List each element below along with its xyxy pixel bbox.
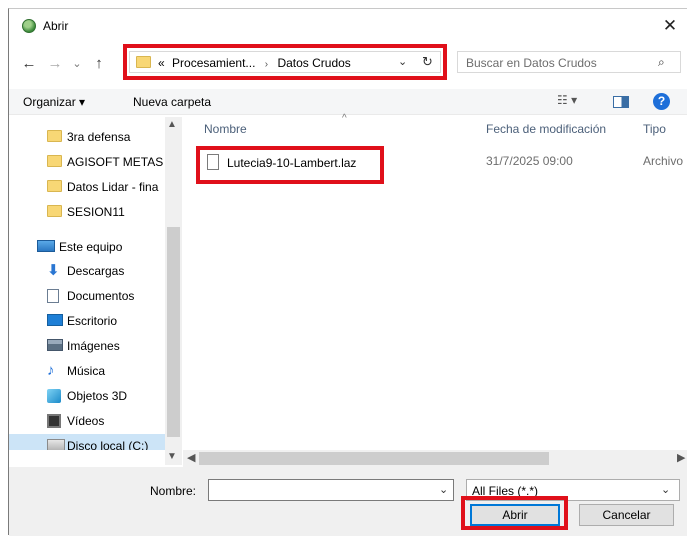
- column-header-date[interactable]: Fecha de modificación: [486, 122, 606, 136]
- file-icon: [207, 154, 219, 170]
- chevron-down-icon[interactable]: ⌄: [661, 483, 670, 496]
- sidebar-item-label: AGISOFT METAS: [67, 155, 164, 169]
- up-arrow-icon[interactable]: ↑: [89, 54, 109, 74]
- document-icon: [47, 289, 59, 303]
- pictures-icon: [47, 339, 63, 351]
- music-icon: ♪: [47, 362, 55, 379]
- sidebar-item-folder[interactable]: 3ra defensa: [9, 125, 165, 149]
- cancel-button[interactable]: Cancelar: [579, 504, 674, 526]
- scroll-up-icon[interactable]: ▲: [167, 119, 177, 130]
- address-bar[interactable]: « Procesamient... › Datos Crudos ⌄ ↻: [129, 51, 441, 73]
- sidebar-item-label: Disco local (C:): [67, 439, 149, 450]
- computer-icon: [37, 240, 55, 252]
- navigation-pane: 3ra defensa AGISOFT METAS Datos Lidar - …: [9, 117, 181, 450]
- app-icon: [22, 19, 36, 33]
- open-button[interactable]: Abrir: [470, 504, 560, 526]
- command-bar: Organizar ▾ Nueva carpeta ☷ ▾ ?: [9, 89, 687, 115]
- address-bar-highlight: « Procesamient... › Datos Crudos ⌄ ↻: [123, 44, 447, 80]
- back-arrow-icon[interactable]: ←: [19, 54, 39, 74]
- file-name: Lutecia9-10-Lambert.laz: [227, 156, 357, 170]
- sidebar-item-folder[interactable]: SESION11: [9, 200, 165, 224]
- sidebar-item-label: Vídeos: [67, 414, 105, 428]
- close-button[interactable]: ✕: [657, 13, 683, 39]
- new-folder-button[interactable]: Nueva carpeta: [133, 95, 211, 109]
- folder-icon: [47, 130, 62, 142]
- folder-icon: [47, 180, 62, 192]
- download-icon: ⬇: [47, 262, 60, 279]
- sidebar-item-3d-objects[interactable]: Objetos 3D: [9, 384, 165, 408]
- sidebar-item-downloads[interactable]: ⬇ Descargas: [9, 259, 165, 283]
- scrollbar-thumb[interactable]: [199, 452, 549, 465]
- folder-icon: [47, 205, 62, 217]
- drive-icon: [47, 439, 65, 450]
- column-header-type[interactable]: Tipo: [643, 122, 666, 136]
- open-file-dialog: Abrir ✕ ← → ⌄ ↑ « Procesamient... › Dato…: [8, 8, 687, 536]
- sidebar-item-label: Datos Lidar - fina: [67, 180, 159, 194]
- file-date: 31/7/2025 09:00: [486, 154, 573, 168]
- filename-input[interactable]: ⌄: [208, 479, 454, 501]
- sidebar-item-folder[interactable]: Datos Lidar - fina: [9, 175, 165, 199]
- desktop-icon: [47, 314, 63, 326]
- breadcrumb: « Procesamient... › Datos Crudos: [158, 56, 351, 70]
- scrollbar-thumb[interactable]: [167, 227, 180, 437]
- sidebar-item-label: Este equipo: [59, 240, 123, 254]
- breadcrumb-overflow[interactable]: «: [158, 56, 165, 70]
- title-bar: Abrir ✕: [9, 9, 687, 43]
- sidebar-item-music[interactable]: ♪ Música: [9, 359, 165, 383]
- window-title: Abrir: [43, 19, 69, 33]
- objects-3d-icon: [47, 389, 61, 403]
- folder-icon: [47, 155, 62, 167]
- sidebar-item-pictures[interactable]: Imágenes: [9, 334, 165, 358]
- column-header-name[interactable]: Nombre: [204, 122, 247, 136]
- breadcrumb-item[interactable]: Datos Crudos: [277, 56, 350, 70]
- file-row[interactable]: Lutecia9-10-Lambert.laz: [196, 146, 384, 184]
- filename-label: Nombre:: [150, 484, 197, 498]
- sidebar-item-videos[interactable]: Vídeos: [9, 409, 165, 433]
- recent-locations-icon[interactable]: ⌄: [67, 54, 87, 74]
- file-type: Archivo: [643, 154, 684, 168]
- preview-pane-icon[interactable]: [613, 96, 629, 108]
- sidebar-item-this-pc[interactable]: Este equipo: [9, 235, 165, 259]
- scroll-left-icon[interactable]: ◀: [187, 451, 195, 464]
- sidebar-item-label: SESION11: [67, 205, 125, 219]
- chevron-down-icon[interactable]: ⌄: [439, 483, 448, 496]
- videos-icon: [47, 414, 61, 428]
- forward-arrow-icon[interactable]: →: [45, 54, 65, 74]
- help-icon[interactable]: ?: [653, 93, 670, 110]
- sidebar-item-local-disk[interactable]: Disco local (C:): [9, 434, 165, 450]
- sidebar-item-folder[interactable]: AGISOFT METAS: [9, 150, 165, 174]
- sidebar-item-label: Descargas: [67, 264, 125, 278]
- sidebar-item-label: Música: [67, 364, 106, 378]
- refresh-icon[interactable]: ↻: [422, 54, 433, 70]
- breadcrumb-item[interactable]: Procesamient...: [172, 56, 255, 70]
- sidebar-item-label: Escritorio: [67, 314, 118, 328]
- sort-ascending-icon: ^: [342, 113, 347, 124]
- breadcrumb-separator-icon: ›: [264, 59, 269, 70]
- scroll-right-icon[interactable]: ▶: [677, 451, 685, 464]
- sidebar-item-label: Documentos: [67, 289, 135, 303]
- chevron-down-icon[interactable]: ⌄: [398, 55, 407, 68]
- search-icon[interactable]: ⌕: [658, 55, 665, 70]
- sidebar-item-label: 3ra defensa: [67, 130, 131, 144]
- sidebar-item-label: Objetos 3D: [67, 389, 128, 403]
- search-input[interactable]: Buscar en Datos Crudos ⌕: [457, 51, 681, 73]
- search-placeholder: Buscar en Datos Crudos: [466, 56, 597, 70]
- change-view-icon[interactable]: ☷ ▾: [557, 93, 577, 107]
- files-horizontal-scrollbar[interactable]: ◀ ▶: [183, 450, 687, 467]
- folder-icon: [136, 56, 151, 68]
- scroll-down-icon[interactable]: ▼: [167, 451, 177, 462]
- sidebar-item-label: Imágenes: [67, 339, 120, 353]
- sidebar-scrollbar[interactable]: ▲ ▼: [165, 117, 182, 465]
- sidebar-item-documents[interactable]: Documentos: [9, 284, 165, 308]
- organize-menu[interactable]: Organizar ▾: [23, 95, 85, 109]
- sidebar-item-desktop[interactable]: Escritorio: [9, 309, 165, 333]
